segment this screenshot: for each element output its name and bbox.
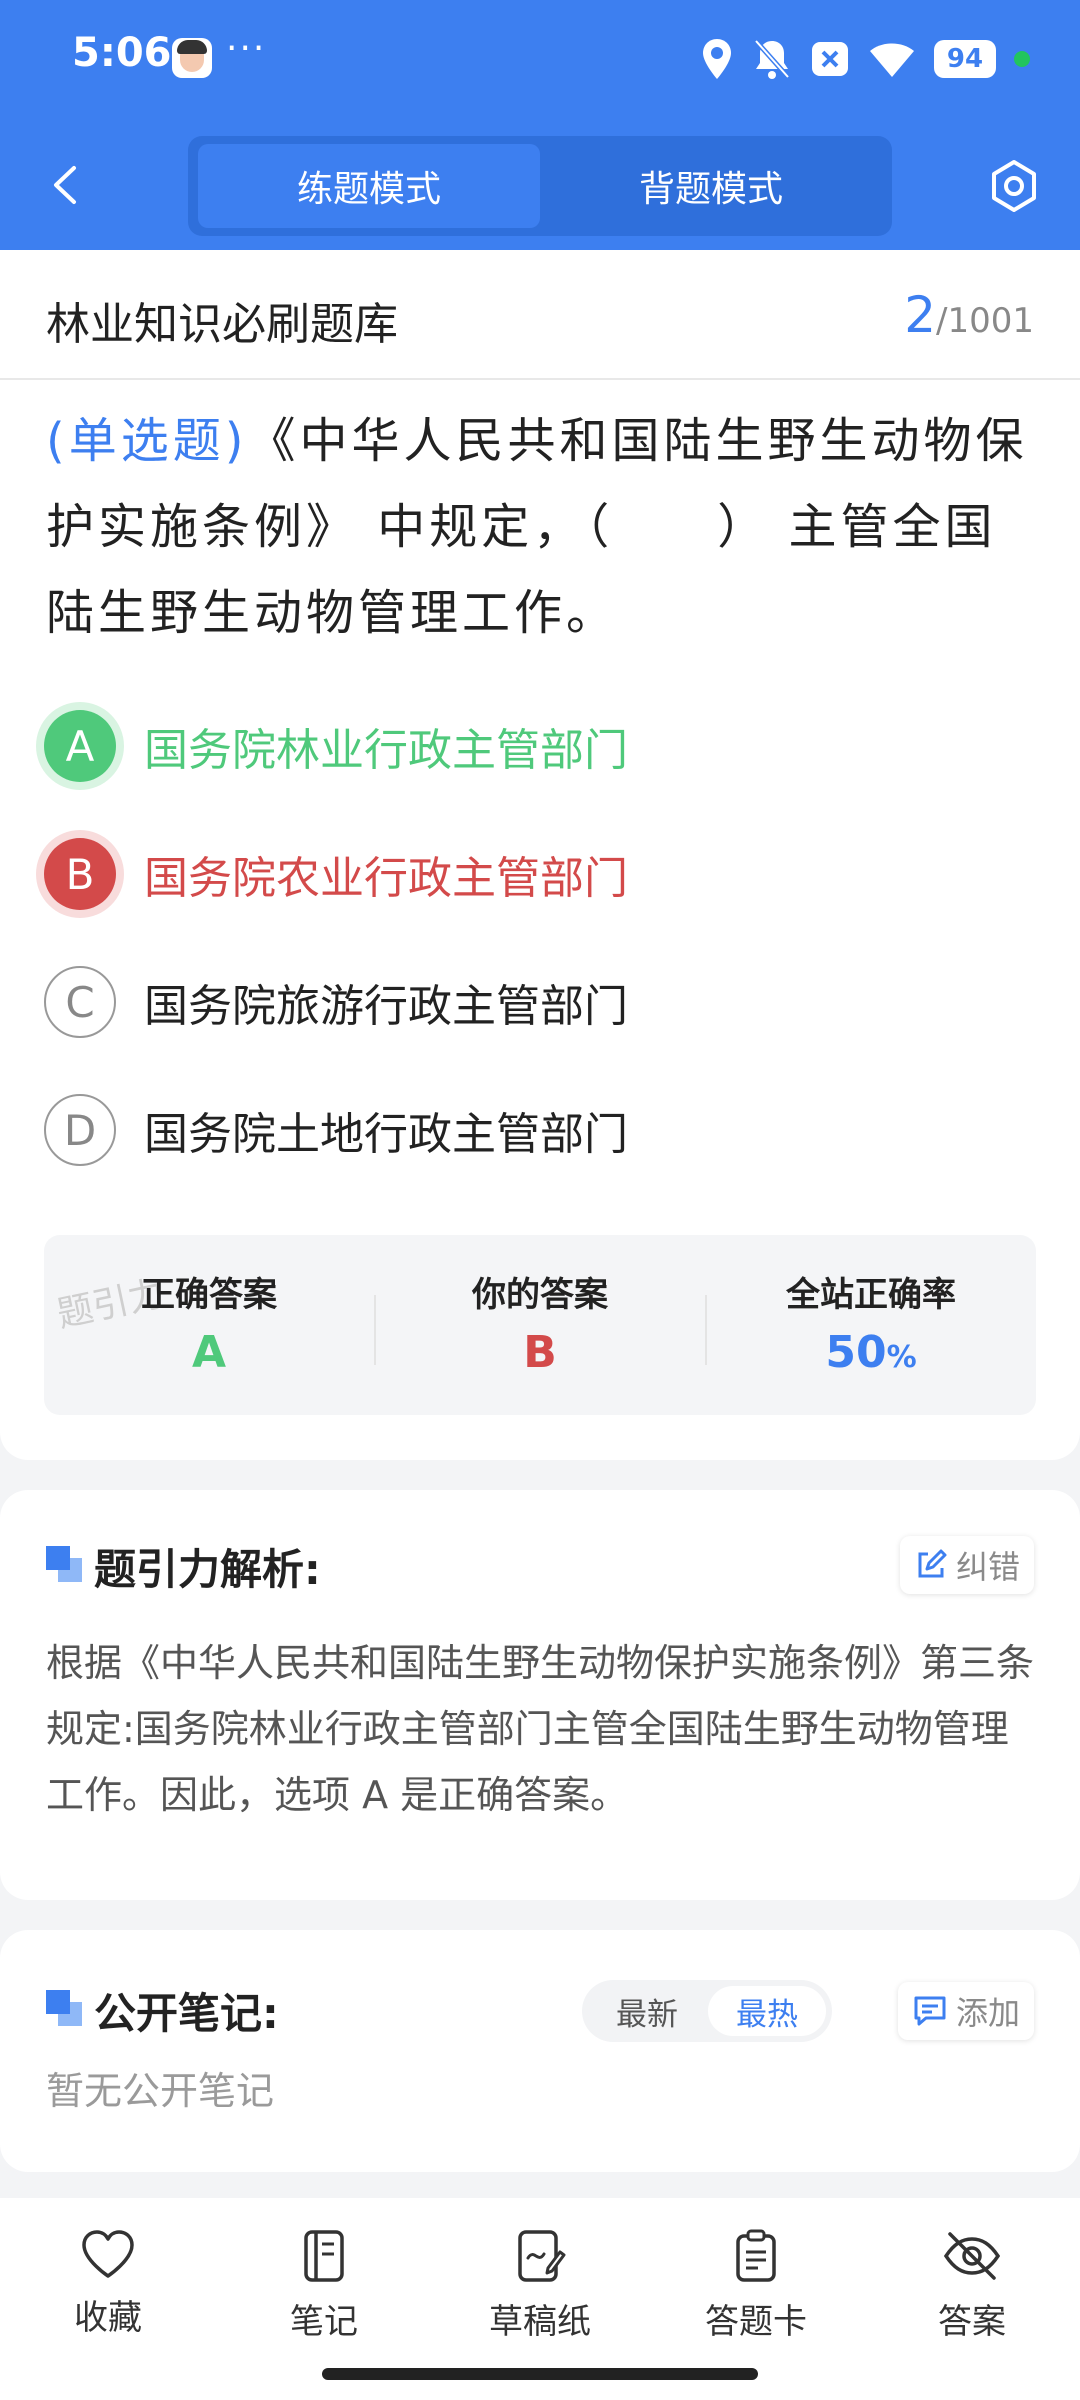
status-icons: 94 [700,32,1030,86]
heart-icon [82,2230,134,2278]
option-text: 国务院土地行政主管部门 [144,1109,628,1160]
section-icon [46,1990,84,2028]
site-accuracy-label: 全站正确率 [786,1275,956,1315]
question-stem: (单选题)《中华人民共和国陆生野生动物保护实施条例》 中规定，（ ） 主管全国陆… [46,398,1036,656]
home-indicator[interactable] [322,2368,758,2380]
close-box-icon [812,42,848,76]
privacy-indicator-dot [1014,51,1030,67]
accuracy-unit: % [886,1340,917,1375]
top-bar: 5:06 ··· 94 练题模式 背题模式 [0,0,1080,250]
question-card: 林业知识必刷题库 2/1001 (单选题)《中华人民共和国陆生野生动物保护实施条… [0,250,1080,1460]
add-note-label: 添加 [955,1994,1020,2032]
site-accuracy: 全站正确率 50% [706,1235,1036,1415]
notes-title: 公开笔记: [94,1989,279,2038]
option-letter-badge: A [44,710,116,782]
draft-paper-label: 草稿纸 [489,2302,591,2342]
site-accuracy-value: 50% [706,1327,1036,1378]
notes-sort-toggle: 最新 最热 [582,1980,832,2042]
draft-paper-button[interactable]: 草稿纸 [460,2228,620,2358]
section-icon [46,1546,84,1584]
add-note-button[interactable]: 添加 [897,1982,1034,2040]
notes-button[interactable]: 笔记 [244,2228,404,2358]
option-letter-badge: D [44,1094,116,1166]
favorite-button[interactable]: 收藏 [28,2228,188,2358]
correct-answer: 正确答案 A [44,1235,374,1415]
answer-toggle-label: 答案 [938,2302,1006,2342]
status-bar: 5:06 ··· 94 [0,0,1080,120]
total-questions: /1001 [936,301,1034,341]
comment-icon [914,1996,946,2026]
settings-icon[interactable] [986,158,1042,214]
notebook-icon [304,2230,344,2282]
mode-switch: 练题模式 背题模式 [188,136,892,236]
your-answer-value: B [523,1327,557,1378]
question-type: (单选题) [46,413,248,469]
notes-card: 公开笔记: 最新 最热 添加 暂无公开笔记 [0,1930,1080,2172]
nav-bar: 练题模式 背题模式 [0,130,1080,240]
option-b[interactable]: B 国务院农业行政主管部门 [44,834,628,914]
option-text: 国务院旅游行政主管部门 [144,981,628,1032]
correct-answer-label: 正确答案 [141,1275,277,1315]
analysis-text: 根据《中华人民共和国陆生野生动物保护实施条例》第三条规定:国务院林业行政主管部门… [46,1641,1035,1817]
option-text: 国务院农业行政主管部门 [144,853,628,904]
report-error-button[interactable]: 纠错 [899,1536,1034,1594]
tab-memorize-mode[interactable]: 背题模式 [540,144,882,228]
sort-hot-button[interactable]: 最热 [708,1986,826,2036]
analysis-card: 题引力解析: 纠错 根据《中华人民共和国陆生野生动物保护实施条例》第三条规定:国… [0,1490,1080,1900]
question-bank-title: 林业知识必刷题库 [46,299,398,350]
status-time: 5:06 [72,30,172,76]
report-error-label: 纠错 [955,1548,1020,1586]
answer-summary: 题引力 正确答案 A 你的答案 B 全站正确率 50% [44,1235,1036,1415]
answer-toggle-button[interactable]: 答案 [892,2228,1052,2358]
eye-off-icon [943,2232,1001,2280]
question-counter: 2/1001 [904,286,1034,344]
answer-card-label: 答题卡 [705,2302,807,2342]
sort-latest-button[interactable]: 最新 [588,1986,706,2036]
more-notifications-icon: ··· [226,28,267,69]
your-answer-label: 你的答案 [472,1275,608,1315]
your-answer: 你的答案 B [375,1235,705,1415]
divider [0,378,1080,380]
option-c[interactable]: C 国务院旅游行政主管部门 [44,962,628,1042]
wifi-icon [870,43,914,77]
current-question-number: 2 [904,286,937,344]
answer-card-button[interactable]: 答题卡 [676,2228,836,2358]
no-notes-text: 暂无公开笔记 [46,2069,275,2113]
location-icon [703,39,731,79]
option-letter-badge: C [44,966,116,1038]
notification-avatar-icon [172,38,212,78]
notes-label: 笔记 [290,2302,358,2342]
correct-answer-value: A [191,1327,227,1378]
battery-indicator: 94 [934,40,996,78]
bell-off-icon [754,39,790,79]
option-text: 国务院林业行政主管部门 [144,725,628,776]
tab-practice-mode[interactable]: 练题模式 [198,144,540,228]
back-arrow-icon[interactable] [42,160,92,210]
answer-card-icon [736,2229,776,2282]
accuracy-number: 50 [825,1327,887,1378]
edit-icon [918,1549,947,1578]
analysis-title: 题引力解析: [94,1545,321,1594]
option-d[interactable]: D 国务院土地行政主管部门 [44,1090,628,1170]
option-a[interactable]: A 国务院林业行政主管部门 [44,706,628,786]
option-letter-badge: B [44,838,116,910]
favorite-label: 收藏 [74,2298,142,2338]
draft-icon [518,2230,566,2282]
